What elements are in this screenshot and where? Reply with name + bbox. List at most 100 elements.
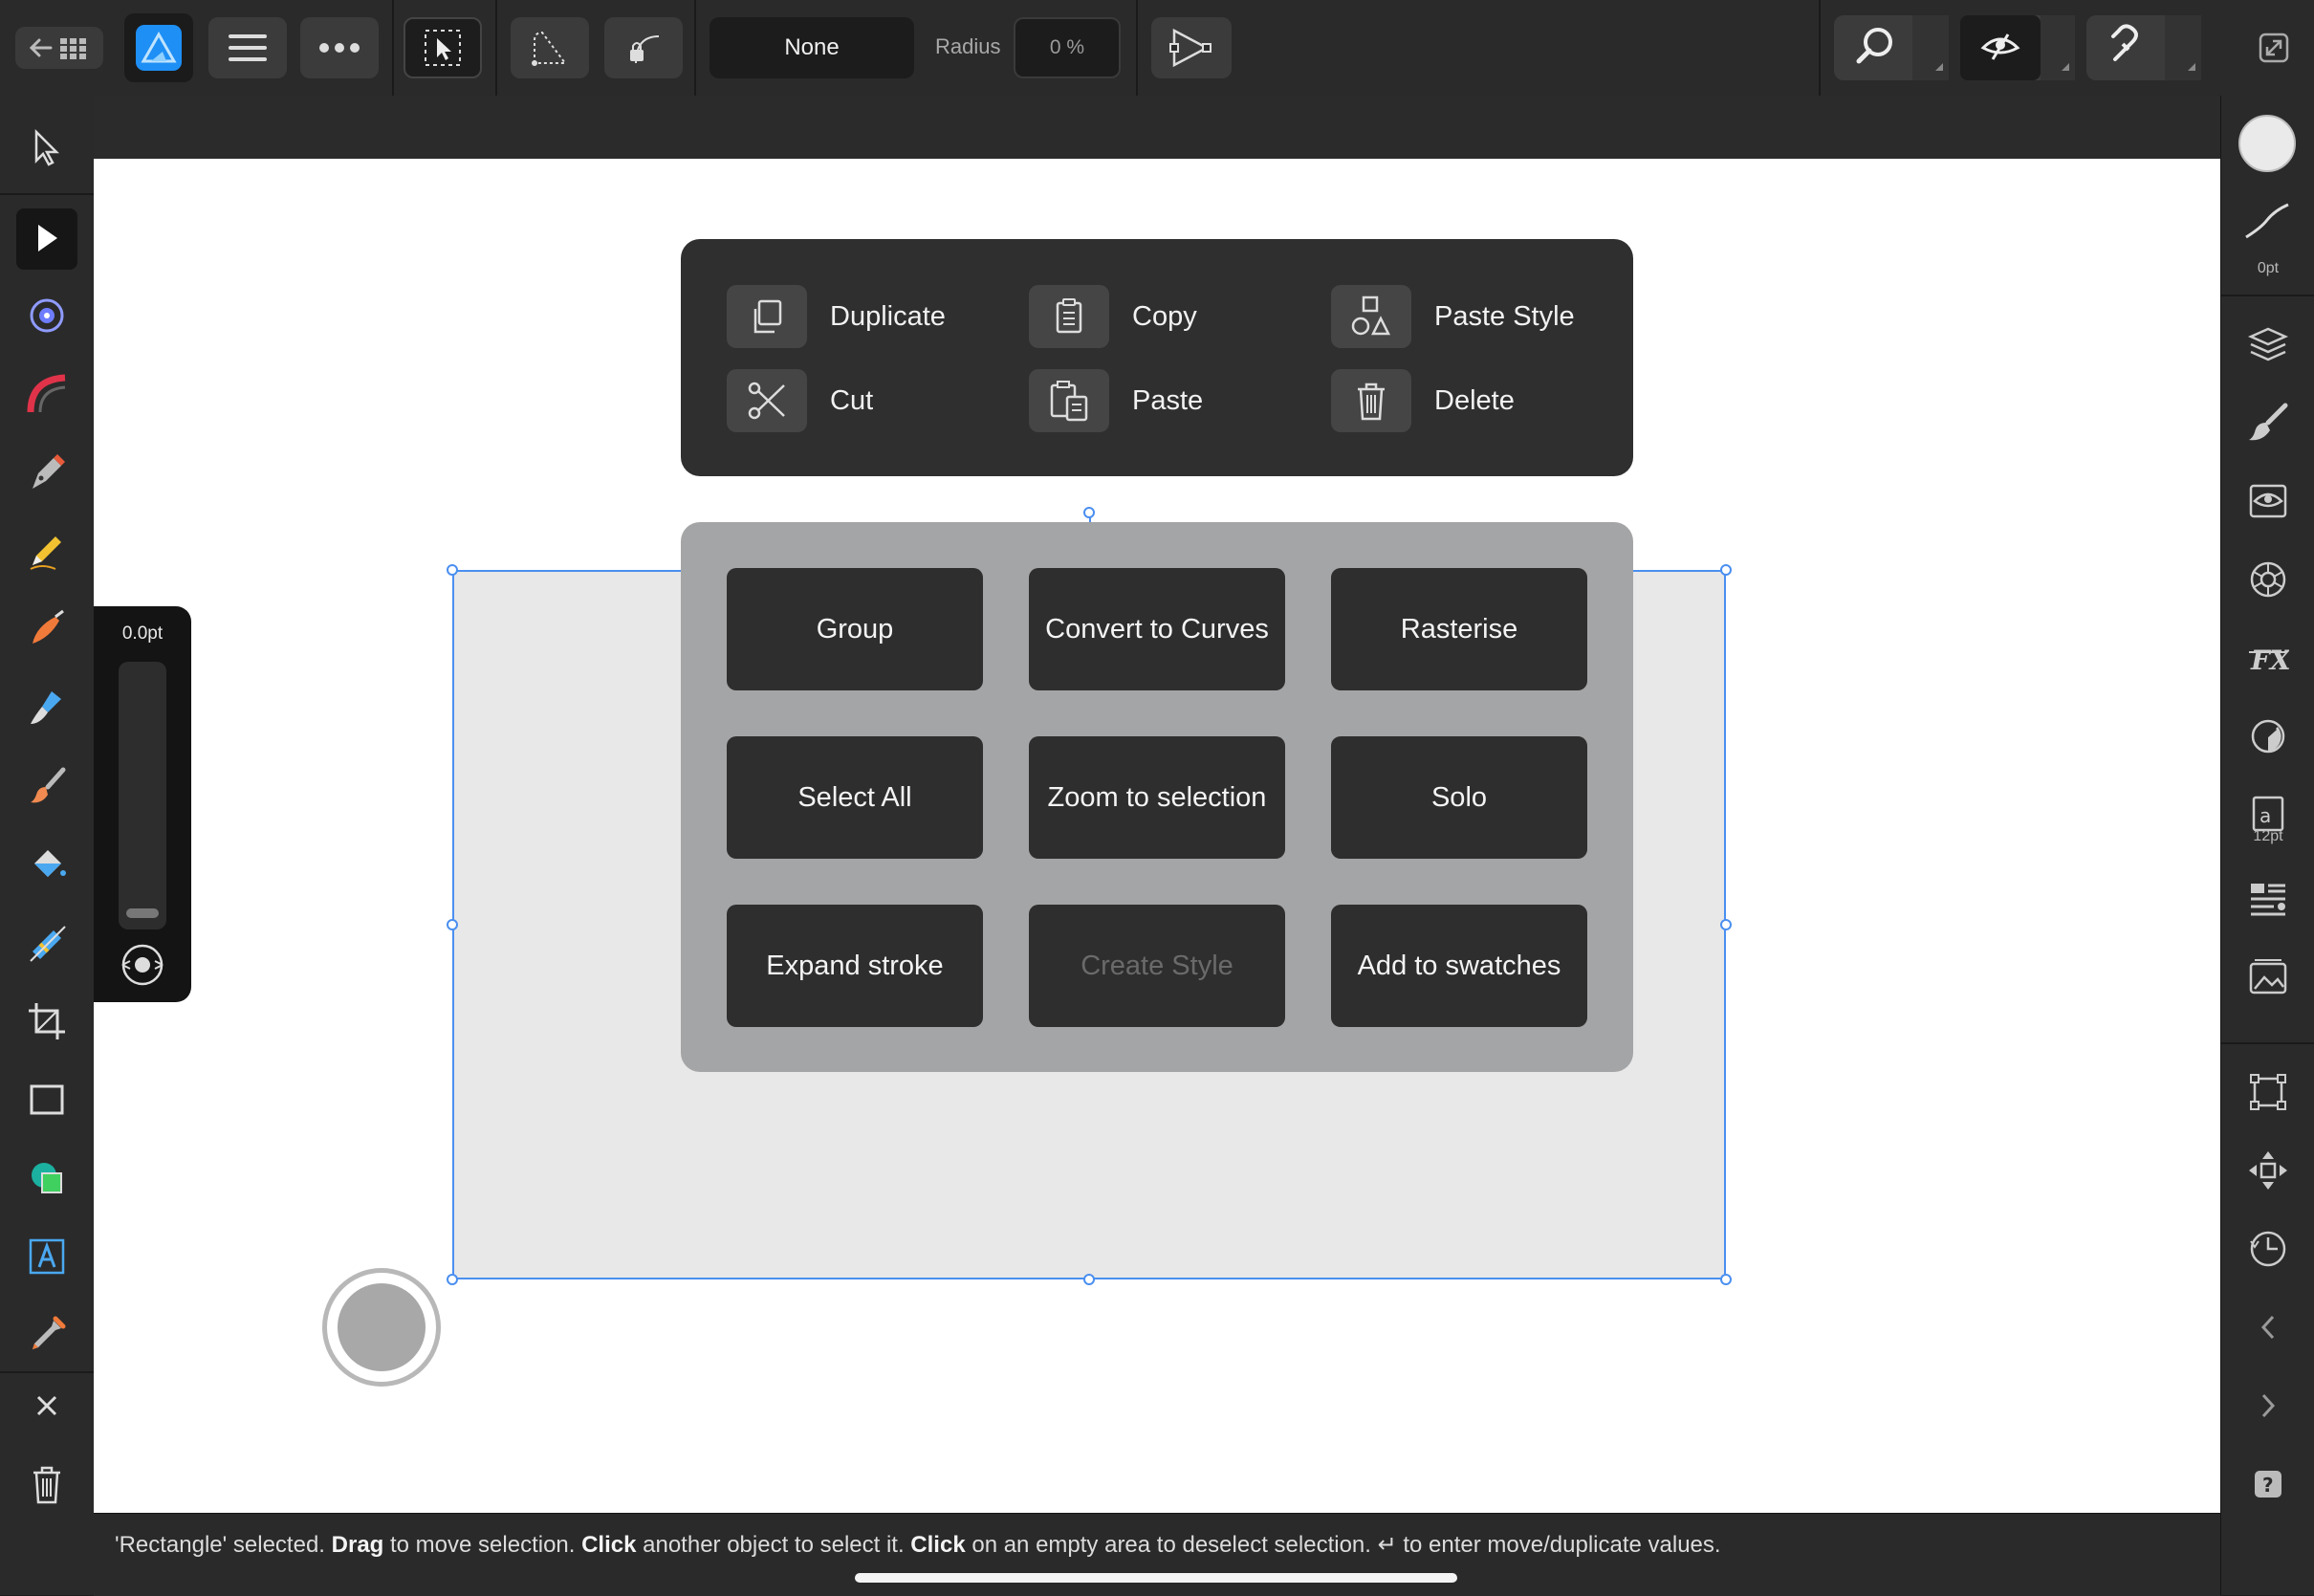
divider (2221, 1042, 2314, 1044)
paragraph-studio-button[interactable] (2238, 868, 2299, 929)
paste-menu-item[interactable]: Paste (1029, 369, 1203, 432)
tool-corner[interactable] (16, 285, 77, 346)
brush-icon (31, 767, 66, 803)
view-mode-button[interactable] (1960, 15, 2075, 80)
selection-handle[interactable] (1083, 1274, 1095, 1285)
color-studio-button[interactable] (2238, 549, 2299, 610)
effects-studio-button[interactable]: FX (2238, 627, 2299, 689)
snapping-button[interactable] (2086, 15, 2201, 80)
duplicate-menu-item[interactable]: Duplicate (727, 285, 946, 348)
app-persona-button[interactable] (124, 13, 193, 82)
close-tool-button[interactable] (16, 1375, 77, 1436)
delete-tool-button[interactable] (16, 1454, 77, 1515)
affinity-designer-logo-icon (136, 25, 182, 71)
stroke-swatch[interactable] (2242, 199, 2292, 243)
tool-pixel-brush[interactable] (16, 755, 77, 817)
lock-corner-button[interactable] (604, 17, 683, 78)
solo-button[interactable]: Solo (1331, 736, 1587, 859)
tool-fill[interactable] (16, 677, 77, 738)
selection-handle[interactable] (447, 564, 458, 576)
back-to-gallery-button[interactable] (15, 27, 103, 69)
delete-menu-item[interactable]: Delete (1331, 369, 1515, 432)
collapse-right-button[interactable] (2238, 1375, 2299, 1436)
tool-crop[interactable] (16, 991, 77, 1052)
selection-handle[interactable] (447, 1274, 458, 1285)
copy-label: Copy (1132, 300, 1197, 332)
text-frame-icon (29, 1238, 65, 1275)
status-text-part: on an empty area to deselect selection. … (965, 1532, 1721, 1558)
slider-knob[interactable] (126, 908, 159, 918)
collapse-left-button[interactable] (2238, 1297, 2299, 1358)
brushes-studio-button[interactable] (2238, 392, 2299, 453)
stroke-width-label: 0pt (2257, 260, 2280, 276)
paragraph-icon (2251, 884, 2285, 916)
radius-label: Radius (935, 34, 1001, 58)
tool-artistic-text[interactable] (16, 1226, 77, 1287)
cut-menu-item[interactable]: Cut (727, 369, 873, 432)
selection-handle[interactable] (1720, 564, 1732, 576)
paste-style-menu-item[interactable]: Paste Style (1331, 285, 1575, 348)
copy-menu-item[interactable]: Copy (1029, 285, 1197, 348)
divider (1136, 0, 1138, 96)
fullscreen-button[interactable] (2247, 21, 2301, 75)
stock-studio-button[interactable] (2238, 947, 2299, 1008)
layers-icon (2247, 327, 2289, 361)
brush-size-slider[interactable] (119, 662, 166, 929)
zoom-to-selection-button[interactable]: Zoom to selection (1029, 736, 1285, 859)
status-text-part: to move selection. (383, 1532, 582, 1558)
zoom-button[interactable] (1834, 15, 1949, 80)
command-controller-button[interactable] (322, 1268, 441, 1387)
duplicate-icon (727, 285, 807, 348)
tool-shapes[interactable] (16, 1148, 77, 1209)
pressure-toggle[interactable] (119, 941, 166, 989)
adjustments-studio-button[interactable] (2238, 706, 2299, 767)
divider (694, 0, 696, 96)
group-button[interactable]: Group (727, 568, 983, 690)
layers-studio-button[interactable] (2238, 314, 2299, 375)
add-to-swatches-button[interactable]: Add to swatches (1331, 905, 1587, 1027)
tool-fill-bucket[interactable] (16, 834, 77, 895)
shapes-icon (32, 1163, 62, 1193)
navigator-studio-button[interactable] (2238, 1140, 2299, 1201)
appearance-studio-button[interactable] (2238, 470, 2299, 532)
tool-gradient[interactable] (16, 912, 77, 973)
rasterise-button[interactable]: Rasterise (1331, 568, 1587, 690)
history-clock-icon (2250, 1231, 2286, 1267)
help-button[interactable]: ? (2238, 1454, 2299, 1515)
divider (0, 193, 94, 195)
paste-style-icon (1331, 285, 1411, 348)
status-keyword: Drag (331, 1532, 384, 1558)
back-to-gallery-icon (29, 38, 86, 59)
transform-studio-button[interactable] (2238, 1061, 2299, 1123)
radius-input[interactable]: 0 % (1014, 17, 1121, 78)
fill-color-swatch[interactable] (2238, 115, 2296, 172)
tool-contour[interactable] (16, 363, 77, 425)
home-indicator[interactable] (855, 1573, 1457, 1583)
tool-rectangle[interactable] (16, 1069, 77, 1130)
studio-panel: 0pt FX a 12pt ? (2220, 96, 2314, 1595)
tool-vector-brush[interactable] (16, 599, 77, 660)
select-objects-button[interactable] (404, 17, 482, 78)
convert-corner-button[interactable] (511, 17, 589, 78)
tool-node[interactable] (16, 208, 77, 270)
selection-handle[interactable] (1720, 919, 1732, 930)
tool-color-picker[interactable] (16, 1304, 77, 1366)
corner-type-dropdown[interactable]: None (709, 17, 914, 78)
tool-pencil[interactable] (16, 520, 77, 581)
duplicate-label: Duplicate (830, 300, 946, 332)
tool-pen[interactable] (16, 442, 77, 503)
tool-move[interactable] (16, 117, 77, 178)
cut-label: Cut (830, 384, 874, 416)
selection-handle[interactable] (447, 919, 458, 930)
history-studio-button[interactable] (2238, 1218, 2299, 1279)
expand-stroke-button[interactable]: Expand stroke (727, 905, 983, 1027)
copy-icon (1029, 285, 1109, 348)
more-options-button[interactable] (300, 17, 379, 78)
move-tool-options-button[interactable] (1151, 17, 1232, 78)
convert-to-curves-button[interactable]: Convert to Curves (1029, 568, 1285, 690)
trash-icon (33, 1466, 60, 1504)
top-toolbar: None Radius 0 % (0, 0, 2314, 97)
select-all-button[interactable]: Select All (727, 736, 983, 859)
selection-handle[interactable] (1720, 1274, 1732, 1285)
menu-button[interactable] (208, 17, 287, 78)
